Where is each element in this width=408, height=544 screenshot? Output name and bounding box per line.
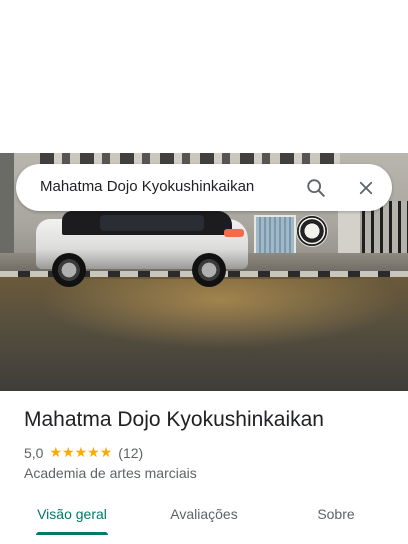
search-bar[interactable]: Mahatma Dojo Kyokushinkaikan	[16, 164, 392, 211]
rating-row[interactable]: 5,0 ★ ★ ★ ★ ★ (12)	[24, 444, 143, 462]
car-wheel-rear	[192, 253, 226, 287]
star-icon: ★	[74, 445, 88, 461]
search-button[interactable]	[300, 172, 332, 204]
star-icon: ★	[49, 445, 63, 461]
search-input[interactable]: Mahatma Dojo Kyokushinkaikan	[40, 178, 254, 195]
place-title: Mahatma Dojo Kyokushinkaikan	[24, 408, 324, 431]
star-icon: ★	[62, 445, 75, 461]
search-icon	[307, 179, 325, 197]
place-category: Academia de artes marciais	[24, 465, 197, 481]
star-icon: ★	[99, 445, 113, 461]
star-icon: ★	[87, 445, 100, 461]
car-headlight	[224, 229, 244, 237]
active-tab-indicator	[36, 532, 108, 535]
review-count[interactable]: (12)	[118, 445, 143, 461]
close-icon	[359, 181, 373, 195]
tab-about[interactable]: Sobre	[300, 496, 372, 532]
car-window	[100, 215, 204, 231]
door	[0, 153, 14, 253]
dojo-emblem	[296, 215, 328, 247]
star-rating: ★ ★ ★ ★ ★	[49, 446, 112, 460]
close-button[interactable]	[350, 172, 382, 204]
tab-reviews[interactable]: Avaliações	[152, 496, 256, 532]
street-light-glow	[40, 279, 400, 349]
place-tabs: Visão geral Avaliações Sobre	[0, 496, 408, 544]
blank-header-area	[0, 0, 408, 153]
tab-overview[interactable]: Visão geral	[24, 496, 120, 532]
car-wheel-front	[52, 253, 86, 287]
rating-value: 5,0	[24, 445, 44, 461]
